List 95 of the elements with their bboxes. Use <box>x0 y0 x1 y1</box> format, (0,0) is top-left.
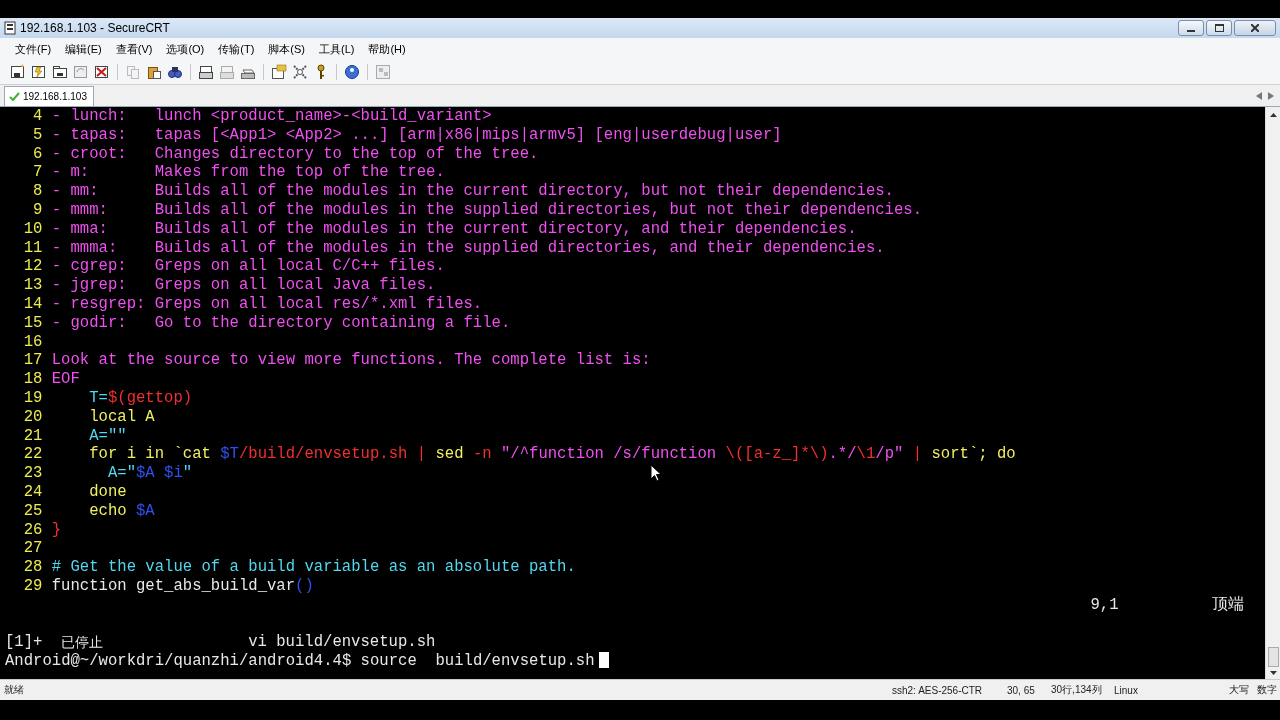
line-number: 17 <box>22 351 43 371</box>
job-command: vi build/envsetup.sh <box>248 633 436 653</box>
status-item: 30行,134列 <box>1051 683 1103 697</box>
menu-item[interactable]: 传输(T) <box>211 41 262 57</box>
line-number: 11 <box>22 238 43 258</box>
line-number: 15 <box>22 313 43 333</box>
line-number: 18 <box>22 370 43 389</box>
code-line: A="" <box>88 426 127 446</box>
scroll-right-icon[interactable] <box>1268 91 1274 100</box>
menu-item[interactable]: 工具(L) <box>312 41 362 57</box>
code-line: - croot: Changes directory to the top of the tree. <box>51 144 539 164</box>
session-tab[interactable]: 192.168.1.103 <box>4 86 94 106</box>
text-cursor <box>598 652 609 669</box>
code-line: EOF <box>51 370 80 389</box>
line-number: 22 <box>22 445 43 465</box>
code-line: - resgrep: Greps on all local res/*.xml files. <box>51 294 483 314</box>
code-line: A="$A $i" <box>106 464 193 483</box>
line-number: 16 <box>22 332 43 352</box>
disconnect-icon[interactable] <box>94 64 110 80</box>
code-line: - mma: Builds all of the modules in the current directory, and their dependencies. <box>51 219 857 239</box>
code-line: - lunch: lunch <product_name>-<build_variant> <box>51 107 492 126</box>
shell-prompt: Android@~/workdri/quanzhi/android4.4$ source build/envsetup.sh <box>5 652 595 671</box>
code-line: local A <box>88 407 155 427</box>
code-line: for i in `cat $T/build/envsetup.sh | sed -n "/^function /s/function \([a-z_]*\).*/\1/p" | sort`; do <box>88 445 1016 465</box>
code-line: - mm: Builds all of the modules in the current directory, but not their dependencies. <box>51 182 894 201</box>
scroll-up-icon[interactable] <box>1269 113 1277 117</box>
tab-icon[interactable] <box>52 64 68 80</box>
line-number: 24 <box>22 482 43 502</box>
cursor-position: 9,1 <box>1090 595 1120 615</box>
maximize-button[interactable] <box>1206 20 1232 36</box>
status-item: 就绪 <box>3 683 25 697</box>
code-line: echo $A <box>88 501 155 521</box>
code-line: function get_abs_build_var() <box>51 576 314 596</box>
job-id: [1]+ <box>5 633 44 653</box>
line-number: 14 <box>22 294 43 314</box>
mouse-pointer-icon <box>650 464 662 482</box>
line-number: 10 <box>22 219 43 239</box>
status-item: 大写 <box>1229 683 1250 697</box>
line-number: 4 <box>32 107 43 126</box>
session-options-icon[interactable] <box>271 64 287 80</box>
line-number: 25 <box>22 501 43 521</box>
code-line: - cgrep: Greps on all local C/C++ files. <box>51 257 445 277</box>
close-button[interactable] <box>1234 20 1276 36</box>
scroll-position: 顶端 <box>1212 595 1245 615</box>
status-item: 数字 <box>1257 683 1278 697</box>
code-line: done <box>88 482 127 502</box>
code-line: - m: Makes from the top of the tree. <box>51 163 445 183</box>
line-number: 21 <box>22 426 43 446</box>
line-number: 20 <box>22 407 43 427</box>
line-number: 27 <box>22 539 43 559</box>
code-line: - mmm: Builds all of the modules in the supplied directories, but not their dependencies. <box>51 201 923 220</box>
line-number: 26 <box>22 520 43 540</box>
maximize-icon <box>1214 24 1224 32</box>
minimize-button[interactable] <box>1178 20 1204 36</box>
line-number: 7 <box>32 163 43 183</box>
code-line: - mmma: Builds all of the modules in the supplied directories, and their dependencies. <box>51 238 885 258</box>
code-line: } <box>51 520 62 540</box>
close-icon <box>1251 24 1259 32</box>
menu-item[interactable]: 帮助(H) <box>361 41 413 57</box>
scroll-down-icon[interactable] <box>1269 671 1277 675</box>
window-title: 192.168.1.103 - SecureCRT <box>20 21 170 35</box>
line-number: 13 <box>22 276 43 295</box>
paste-icon[interactable] <box>146 64 162 80</box>
quick-connect-icon[interactable] <box>31 64 47 80</box>
code-line: - tapas: tapas [<App1> <App2> ...] [arm|x86|mips|armv5] [eng|userdebug|user] <box>51 125 782 145</box>
code-line: - godir: Go to the directory containing a file. <box>51 313 511 333</box>
line-number: 6 <box>32 144 43 164</box>
code-line: - jgrep: Greps on all local Java files. <box>51 276 436 295</box>
scrollbar[interactable] <box>1265 107 1280 679</box>
line-number: 28 <box>22 558 43 577</box>
line-number: 5 <box>32 125 43 145</box>
line-number: 19 <box>22 388 43 408</box>
menu-item[interactable]: 脚本(S) <box>261 41 312 57</box>
menu-item[interactable]: 文件(F) <box>8 41 59 57</box>
code-line: # Get the value of a build variable as an absolute path. <box>51 558 576 577</box>
status-item: 30, 65 <box>1007 684 1036 696</box>
job-state: 已停止 <box>61 633 105 653</box>
help-icon[interactable] <box>344 64 360 80</box>
line-number: 23 <box>22 464 43 483</box>
line-number: 9 <box>32 201 43 220</box>
status-item: ssh2: AES-256-CTR <box>892 684 984 696</box>
status-item: Linux <box>1114 684 1139 696</box>
menu-item[interactable]: 选项(O) <box>159 41 212 57</box>
app-icon <box>4 21 16 35</box>
scroll-left-icon[interactable] <box>1256 91 1262 100</box>
code-line: Look at the source to view more functions. The complete list is: <box>51 351 651 371</box>
code-line: T=$(gettop) <box>88 388 193 408</box>
line-number: 12 <box>22 257 43 277</box>
find-icon[interactable] <box>167 64 183 80</box>
menu-item[interactable]: 查看(V) <box>108 41 160 57</box>
print-icon[interactable] <box>198 64 214 80</box>
line-number: 8 <box>32 182 43 201</box>
line-number: 29 <box>22 576 43 596</box>
menu-item[interactable]: 编辑(E) <box>58 41 109 57</box>
scrollbar-thumb[interactable] <box>1267 647 1279 667</box>
